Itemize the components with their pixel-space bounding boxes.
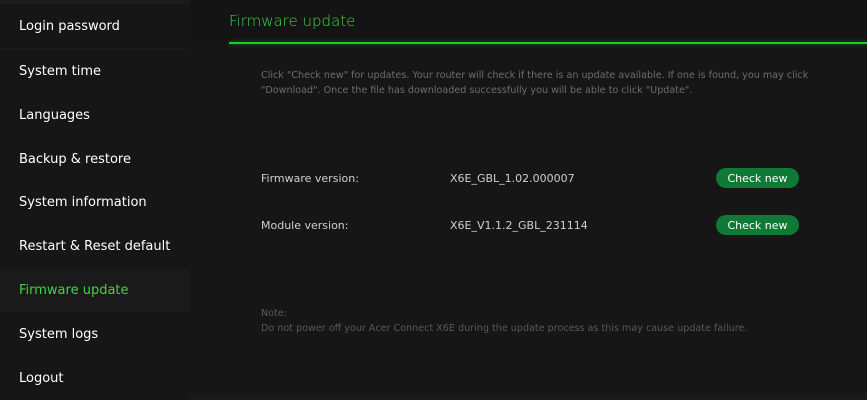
note-title: Note: — [261, 308, 287, 319]
sidebar-item-label: System logs — [19, 326, 99, 342]
update-note: Note: Do not power off your Acer Connect… — [261, 306, 861, 336]
check-new-module-button[interactable]: Check new — [716, 215, 799, 235]
sidebar-item-firmware-update[interactable]: Firmware update — [0, 268, 190, 312]
sidebar-item-system-logs[interactable]: System logs — [0, 312, 190, 356]
firmware-version-value: X6E_GBL_1.02.000007 — [450, 172, 575, 185]
update-description: Click "Check new" for updates. Your rout… — [261, 70, 809, 96]
title-underline — [229, 42, 867, 44]
main-content: Firmware update Click "Check new" for up… — [190, 0, 867, 394]
module-version-value: X6E_V1.1.2_GBL_231114 — [450, 219, 588, 232]
sidebar-item-label: System information — [19, 194, 147, 210]
sidebar-item-backup-restore[interactable]: Backup & restore — [0, 137, 190, 181]
sidebar-item-label: Languages — [19, 107, 90, 123]
note-text: Do not power off your Acer Connect X6E d… — [261, 323, 748, 334]
sidebar-item-label: Login password — [19, 18, 120, 34]
sidebar-item-label: Backup & restore — [19, 151, 131, 167]
page-title: Firmware update — [229, 12, 356, 30]
firmware-version-label: Firmware version: — [261, 172, 359, 185]
check-new-firmware-button[interactable]: Check new — [716, 168, 799, 188]
sidebar: Login password System time Languages Bac… — [0, 0, 190, 400]
sidebar-item-label: System time — [19, 63, 101, 79]
sidebar-item-label: Restart & Reset default — [19, 238, 171, 254]
sidebar-item-restart-reset[interactable]: Restart & Reset default — [0, 224, 190, 268]
module-version-label: Module version: — [261, 219, 349, 232]
sidebar-item-logout[interactable]: Logout — [0, 356, 190, 400]
sidebar-item-system-time[interactable]: System time — [0, 49, 190, 93]
sidebar-item-system-information[interactable]: System information — [0, 180, 190, 224]
sidebar-item-label: Firmware update — [19, 282, 129, 298]
sidebar-item-languages[interactable]: Languages — [0, 93, 190, 137]
sidebar-item-label: Logout — [19, 370, 64, 386]
sidebar-item-login-password[interactable]: Login password — [0, 4, 190, 48]
